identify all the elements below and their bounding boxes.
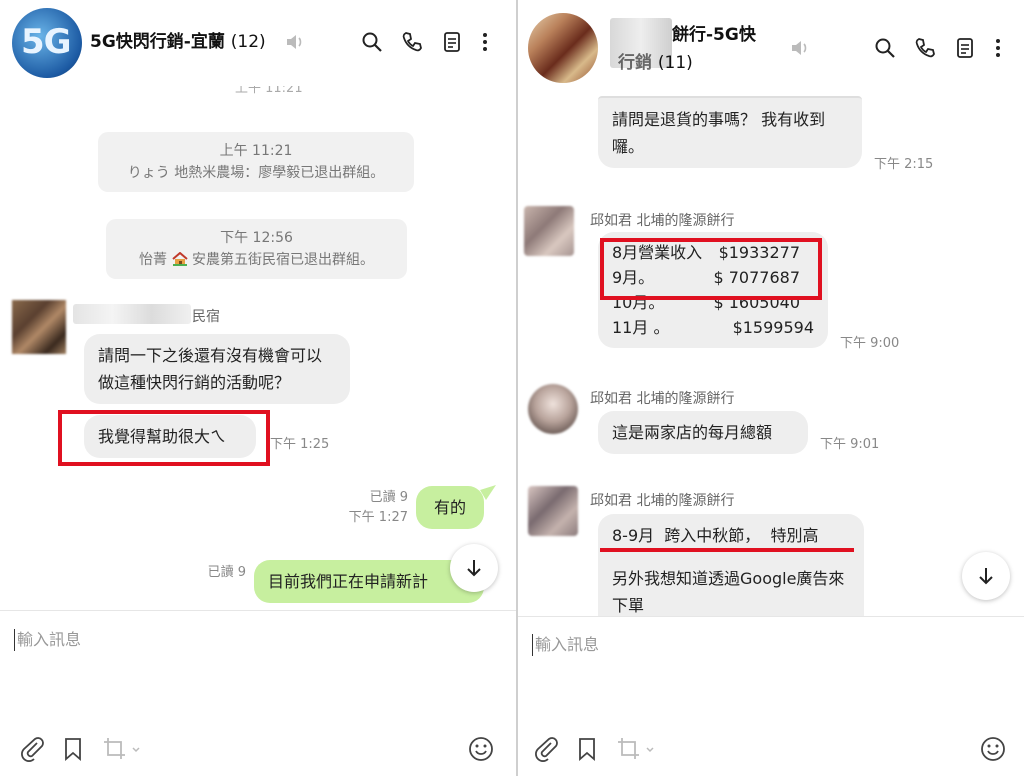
sender-name: 邱如君 北埔的隆源餅行 — [590, 493, 735, 509]
house-icon — [171, 251, 188, 266]
highlight-box — [600, 238, 822, 300]
header-actions — [874, 37, 1002, 59]
crop-icon[interactable] — [616, 736, 656, 762]
more-icon[interactable] — [994, 37, 1002, 59]
notes-icon[interactable] — [954, 37, 976, 59]
message-time: 下午 2:15 — [874, 157, 934, 172]
chat-header: 餅行-5G快 行銷 (11) — [518, 0, 1024, 86]
group-avatar[interactable]: 5G — [12, 8, 82, 78]
message-time: 下午 1:27 — [348, 510, 408, 525]
attachment-icon[interactable] — [534, 736, 558, 762]
sender-name: 民宿 — [192, 309, 220, 325]
system-time: 下午 12:56 — [220, 230, 293, 246]
chat-title-text-2: 行銷 — [618, 53, 652, 73]
message-line: 另外我想知道透過Google廣告來下單 — [612, 569, 845, 615]
message-time: 下午 1:25 — [270, 437, 330, 452]
message-input[interactable]: 輸入訊息 — [532, 634, 599, 656]
group-avatar[interactable] — [528, 13, 598, 83]
member-count: (11) — [657, 53, 693, 73]
message-list[interactable]: 上午 11:21 上午 11:21 りょう 地熱米農場：廖學毅已退出群組。 下午… — [0, 86, 516, 610]
search-icon[interactable] — [361, 31, 383, 53]
sender-avatar[interactable] — [528, 486, 578, 536]
message-input[interactable]: 輸入訊息 — [14, 629, 81, 651]
emoji-icon[interactable] — [980, 736, 1006, 762]
chat-header: 5G 5G快閃行銷-宜蘭 (12) — [0, 0, 516, 86]
message-composer: 輸入訊息 — [518, 616, 1024, 776]
crop-icon[interactable] — [102, 736, 142, 762]
message-composer: 輸入訊息 — [0, 610, 516, 776]
avatar-label: 5G — [21, 22, 72, 62]
phone-icon[interactable] — [401, 31, 423, 53]
system-text-name: 怡菁 — [139, 252, 168, 268]
message-line: 8-9月 跨入中秋節， 特別高 — [612, 526, 819, 545]
composer-toolbar — [518, 724, 1024, 776]
phone-icon[interactable] — [914, 37, 936, 59]
message-bubble[interactable]: 請問一下之後還有沒有機會可以做這種快閃行銷的活動呢？ — [84, 334, 350, 404]
system-text: りょう 地熱米農場：廖學毅已退出群組。 — [127, 165, 385, 181]
chat-title-text[interactable]: 餅行-5G快 — [672, 22, 756, 48]
left-chat-window: 5G 5G快閃行銷-宜蘭 (12) 上午 11:21 上午 11:21 りょう … — [0, 0, 516, 776]
bubble-tail — [480, 485, 496, 500]
chat-title[interactable]: 5G快閃行銷-宜蘭 (12) — [90, 29, 266, 55]
sender-avatar[interactable] — [12, 300, 66, 354]
mute-icon[interactable] — [285, 33, 305, 51]
emoji-icon[interactable] — [468, 736, 494, 762]
read-receipt: 已讀 9 — [369, 490, 408, 505]
highlight-underline — [600, 548, 854, 552]
sender-name: 邱如君 北埔的隆源餅行 — [590, 213, 735, 229]
highlight-box — [58, 410, 270, 466]
scroll-to-bottom-button[interactable] — [450, 544, 498, 592]
read-receipt: 已讀 9 — [207, 565, 246, 580]
my-message-bubble[interactable]: 有的 — [416, 486, 484, 529]
search-icon[interactable] — [874, 37, 896, 59]
message-bubble[interactable]: 8-9月 跨入中秋節， 特別高 另外我想知道透過Google廣告來下單 — [598, 514, 864, 616]
message-time: 下午 9:00 — [840, 336, 900, 351]
partial-timestamp: 上午 11:21 — [235, 86, 303, 96]
header-actions — [361, 31, 489, 53]
revenue-value: $1599594 — [732, 318, 814, 337]
more-icon[interactable] — [481, 31, 489, 53]
scroll-to-bottom-button[interactable] — [962, 552, 1010, 600]
sender-avatar[interactable] — [528, 384, 578, 434]
sender-name: 邱如君 北埔的隆源餅行 — [590, 391, 735, 407]
attachment-icon[interactable] — [20, 736, 44, 762]
right-chat-window: 餅行-5G快 行銷 (11) 請問是退貨的事嗎？ 我有收到囉。 下午 2:15 … — [518, 0, 1024, 776]
revenue-label: 11月 。 — [612, 318, 670, 337]
message-bubble[interactable]: 這是兩家店的每月總額 — [598, 411, 808, 454]
redacted-name — [73, 304, 191, 324]
bookmark-icon[interactable] — [62, 736, 84, 762]
chat-title-line2[interactable]: 行銷 (11) — [618, 50, 693, 76]
message-list[interactable]: 請問是退貨的事嗎？ 我有收到囉。 下午 2:15 邱如君 北埔的隆源餅行 8月營… — [518, 86, 1024, 616]
arrow-down-icon — [467, 560, 481, 577]
system-message: 上午 11:21 りょう 地熱米農場：廖學毅已退出群組。 — [98, 132, 414, 192]
system-message: 下午 12:56 怡菁 安農第五街民宿已退出群組。 — [106, 219, 407, 279]
composer-toolbar — [0, 724, 516, 776]
arrow-down-icon — [979, 568, 993, 585]
revenue-row: 11月 。 $1599594 — [612, 315, 814, 340]
mute-icon[interactable] — [790, 39, 810, 57]
chat-title-text: 5G快閃行銷-宜蘭 — [90, 32, 225, 52]
notes-icon[interactable] — [441, 31, 463, 53]
sender-avatar[interactable] — [524, 206, 574, 256]
bookmark-icon[interactable] — [576, 736, 598, 762]
message-bubble[interactable]: 請問是退貨的事嗎？ 我有收到囉。 — [598, 96, 862, 168]
system-text: 怡菁 安農第五街民宿已退出群組。 — [116, 249, 397, 271]
system-text-body: 安農第五街民宿已退出群組。 — [191, 252, 374, 268]
system-time: 上午 11:21 — [219, 143, 293, 159]
message-time: 下午 9:01 — [820, 437, 880, 452]
member-count: (12) — [230, 32, 266, 52]
